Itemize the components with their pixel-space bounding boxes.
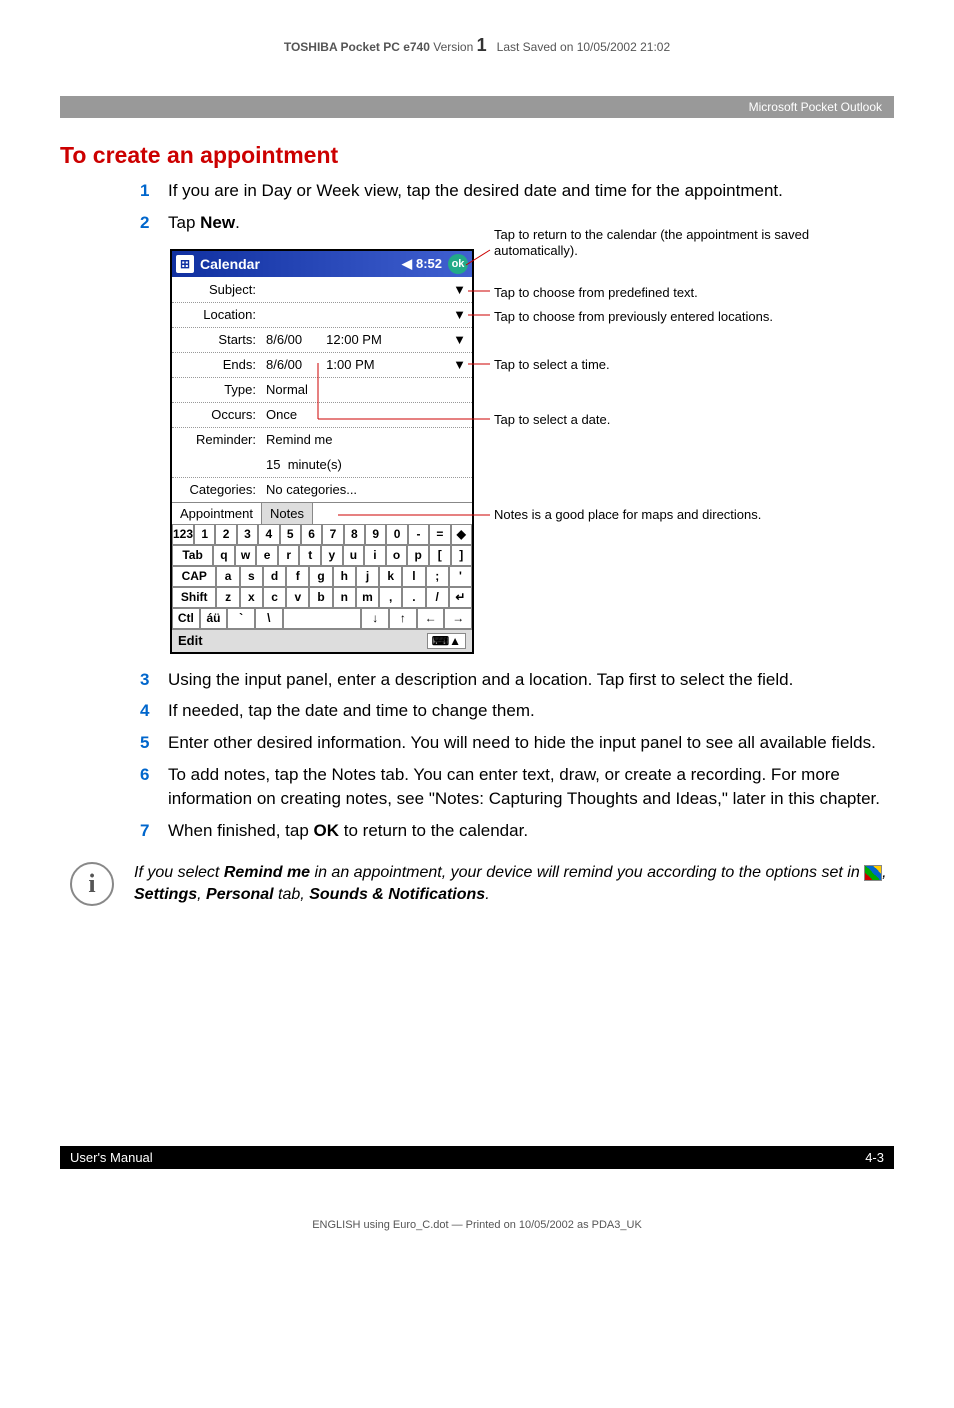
tab-appointment[interactable]: Appointment (172, 503, 262, 524)
callout-location: Tap to choose from previously entered lo… (494, 309, 773, 326)
callout-subject: Tap to choose from predefined text. (494, 285, 698, 302)
categories-label: Categories: (172, 482, 262, 497)
speaker-icon[interactable]: ◀ (402, 256, 412, 272)
last-saved: Last Saved on 10/05/2002 21:02 (497, 40, 670, 54)
note-block: i If you select Remind me in an appointm… (60, 862, 894, 906)
clock: 8:52 (416, 256, 442, 271)
occurs-label: Occurs: (172, 407, 262, 422)
step-number: 1 (140, 179, 168, 203)
dropdown-icon[interactable]: ▼ (453, 282, 466, 297)
footer-right: 4-3 (865, 1150, 884, 1165)
footer-bar: User's Manual 4-3 (60, 1146, 894, 1169)
dropdown-icon[interactable]: ▼ (453, 357, 466, 372)
occurs-field[interactable]: Once (262, 407, 472, 422)
location-field[interactable]: ▼ (262, 307, 472, 322)
categories-field[interactable]: No categories... (262, 482, 472, 497)
note-text: If you select Remind me in an appointmen… (134, 862, 894, 905)
type-field[interactable]: Normal (262, 382, 472, 397)
appointment-form: Subject: ▼ Location: ▼ Starts: 8/6/00 12… (172, 277, 472, 502)
ends-date[interactable]: 8/6/00 (266, 357, 302, 372)
callouts: Tap to return to the calendar (the appoi… (494, 249, 894, 654)
subject-label: Subject: (172, 282, 262, 297)
bottom-bar: Edit ⌨▲ (172, 629, 472, 652)
subject-field[interactable]: ▼ (262, 282, 472, 297)
ends-label: Ends: (172, 357, 262, 372)
kbd-row: Tabqwertyuiop[] (172, 545, 472, 566)
dropdown-icon[interactable]: ▼ (453, 307, 466, 322)
title-bar: ⊞ Calendar ◀ 8:52 ok (172, 251, 472, 277)
step-7: 7 When finished, tap OK to return to the… (140, 819, 894, 843)
ends-field[interactable]: 8/6/00 1:00 PM ▼ (262, 357, 472, 372)
step-5: 5Enter other desired information. You wi… (140, 731, 894, 755)
step-text: If you are in Day or Week view, tap the … (168, 179, 894, 203)
page-header: TOSHIBA Pocket PC e740 Version 1 Last Sa… (60, 35, 894, 56)
location-label: Location: (172, 307, 262, 322)
step-number: 2 (140, 211, 168, 235)
version-label: Version (433, 40, 473, 54)
starts-date[interactable]: 8/6/00 (266, 332, 302, 347)
step-4: 4If needed, tap the date and time to cha… (140, 699, 894, 723)
start-flag-icon (864, 865, 882, 881)
callout-ok: Tap to return to the calendar (the appoi… (494, 227, 894, 261)
type-label: Type: (172, 382, 262, 397)
reminder-field[interactable]: Remind me (262, 432, 472, 447)
section-title: To create an appointment (60, 142, 894, 169)
ends-time[interactable]: 1:00 PM (326, 357, 374, 372)
print-line: ENGLISH using Euro_C.dot — Printed on 10… (60, 1219, 894, 1231)
kbd-row: 1231234567890-=◆ (172, 524, 472, 545)
keyboard-toggle-icon[interactable]: ⌨▲ (427, 633, 466, 649)
pda-screenshot: ⊞ Calendar ◀ 8:52 ok Subject: ▼ Location… (170, 249, 474, 654)
ok-button[interactable]: ok (448, 254, 468, 274)
callout-notes: Notes is a good place for maps and direc… (494, 507, 761, 524)
start-icon[interactable]: ⊞ (176, 255, 194, 273)
step-3: 3Using the input panel, enter a descript… (140, 668, 894, 692)
starts-label: Starts: (172, 332, 262, 347)
kbd-row: Ctláü`\↓↑←→ (172, 608, 472, 629)
step-6: 6To add notes, tap the Notes tab. You ca… (140, 763, 894, 811)
version-number: 1 (477, 35, 487, 55)
chapter-bar: Microsoft Pocket Outlook (60, 96, 894, 118)
figure: ⊞ Calendar ◀ 8:52 ok Subject: ▼ Location… (170, 249, 894, 654)
soft-keyboard[interactable]: 1231234567890-=◆ Tabqwertyuiop[] CAPasdf… (172, 524, 472, 629)
edit-menu[interactable]: Edit (178, 633, 203, 648)
step-1: 1 If you are in Day or Week view, tap th… (140, 179, 894, 203)
tabs: Appointment Notes (172, 502, 472, 524)
reminder-label: Reminder: (172, 432, 262, 447)
starts-time[interactable]: 12:00 PM (326, 332, 382, 347)
callout-time: Tap to select a time. (494, 357, 610, 374)
app-title: Calendar (200, 256, 402, 272)
footer-left: User's Manual (70, 1150, 153, 1165)
dropdown-icon[interactable]: ▼ (453, 332, 466, 347)
reminder-amount[interactable]: 15 minute(s) (262, 457, 472, 472)
callout-date: Tap to select a date. (494, 412, 610, 429)
kbd-row: Shiftzxcvbnm,./↵ (172, 587, 472, 608)
tab-notes[interactable]: Notes (262, 503, 313, 524)
starts-field[interactable]: 8/6/00 12:00 PM ▼ (262, 332, 472, 347)
kbd-row: CAPasdfghjkl;' (172, 566, 472, 587)
product-name: TOSHIBA Pocket PC e740 (284, 40, 430, 54)
info-icon: i (70, 862, 114, 906)
